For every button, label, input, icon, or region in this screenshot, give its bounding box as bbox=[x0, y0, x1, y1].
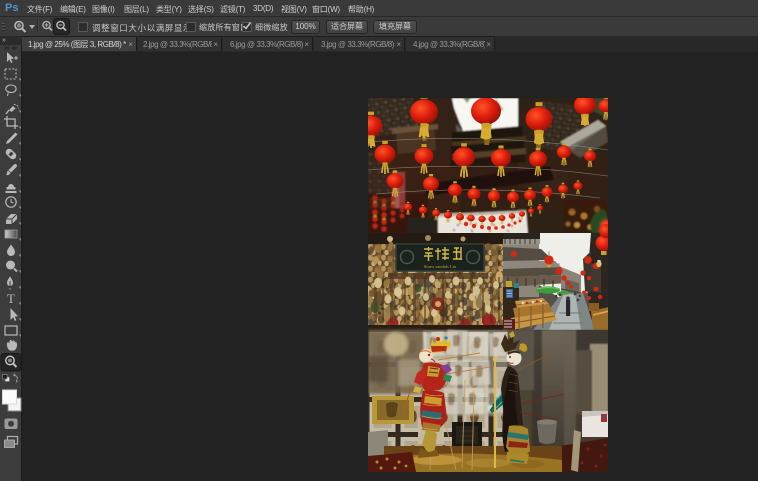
svg-text:Straw sandals Liu: Straw sandals Liu bbox=[424, 264, 457, 269]
svg-text:T: T bbox=[7, 291, 15, 306]
